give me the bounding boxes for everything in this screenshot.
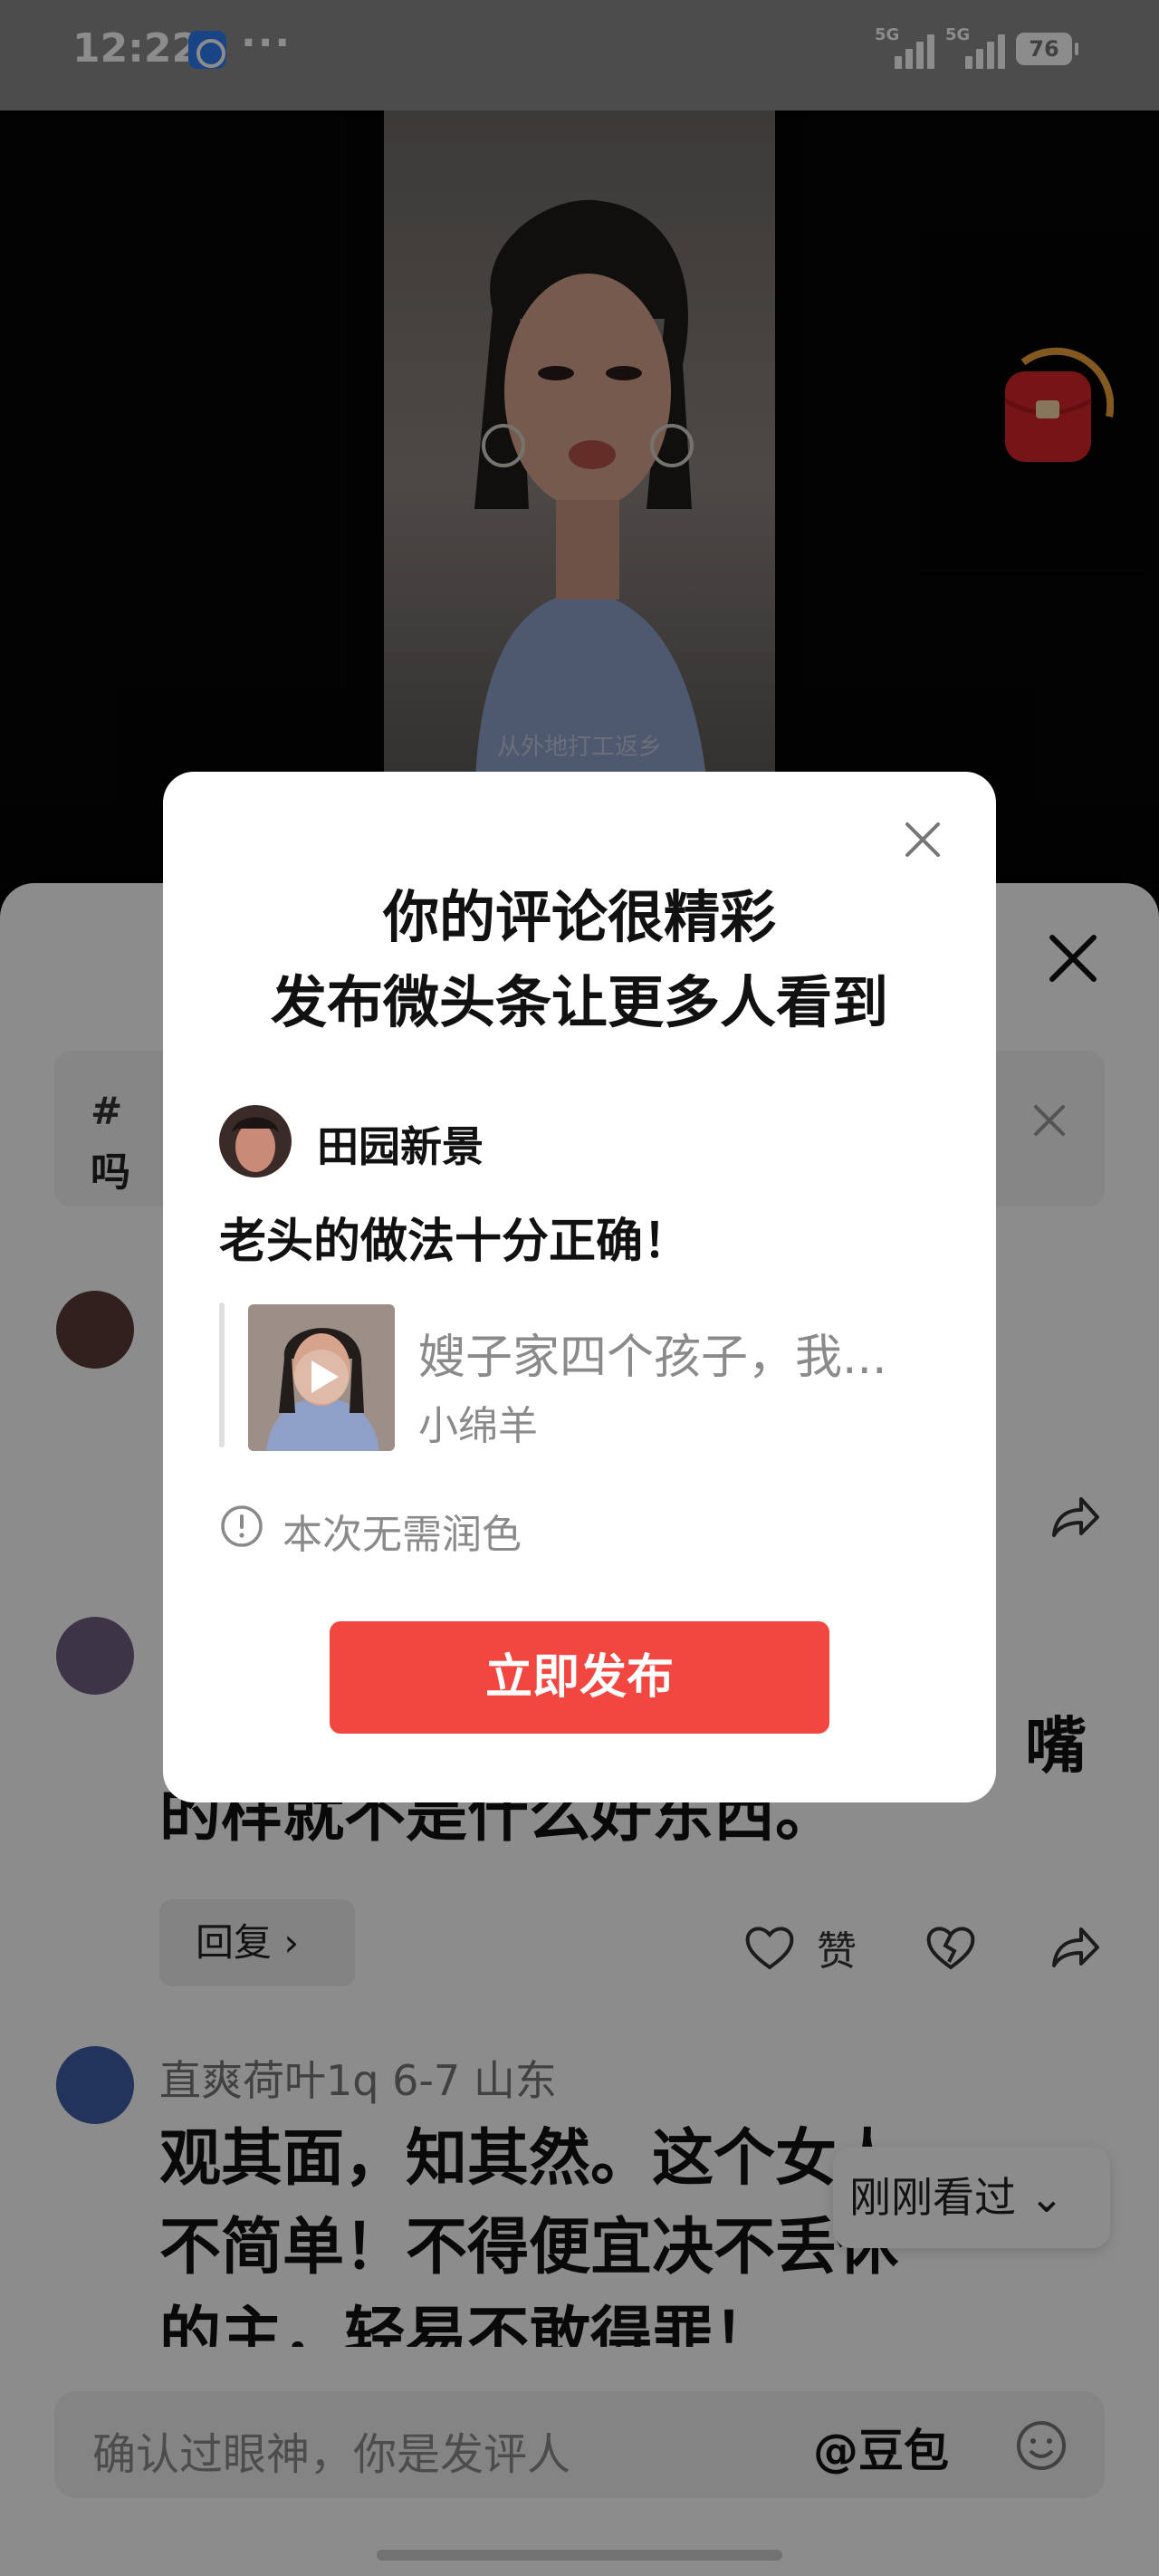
publish-button[interactable]: 立即发布 <box>330 1621 829 1734</box>
video-thumbnail <box>248 1304 395 1451</box>
close-icon[interactable] <box>900 817 945 862</box>
comment-preview: 老头的做法十分正确！ <box>219 1215 691 1269</box>
modal-subtitle: 发布微头条让更多人看到 <box>270 969 888 1035</box>
username: 田园新景 <box>317 1122 484 1171</box>
quote-author: 小绵羊 <box>418 1403 538 1449</box>
quote-divider <box>219 1302 225 1447</box>
info-icon <box>221 1505 263 1547</box>
polish-note: 本次无需润色 <box>283 1512 522 1558</box>
avatar <box>219 1105 292 1177</box>
quote-title: 嫂子家四个孩子，我... <box>418 1331 887 1385</box>
modal-title: 你的评论很精彩 <box>382 884 776 950</box>
publish-modal: 你的评论很精彩 发布微头条让更多人看到 田园新景 老头的做法十分正确！ 嫂子家四… <box>163 772 996 1802</box>
